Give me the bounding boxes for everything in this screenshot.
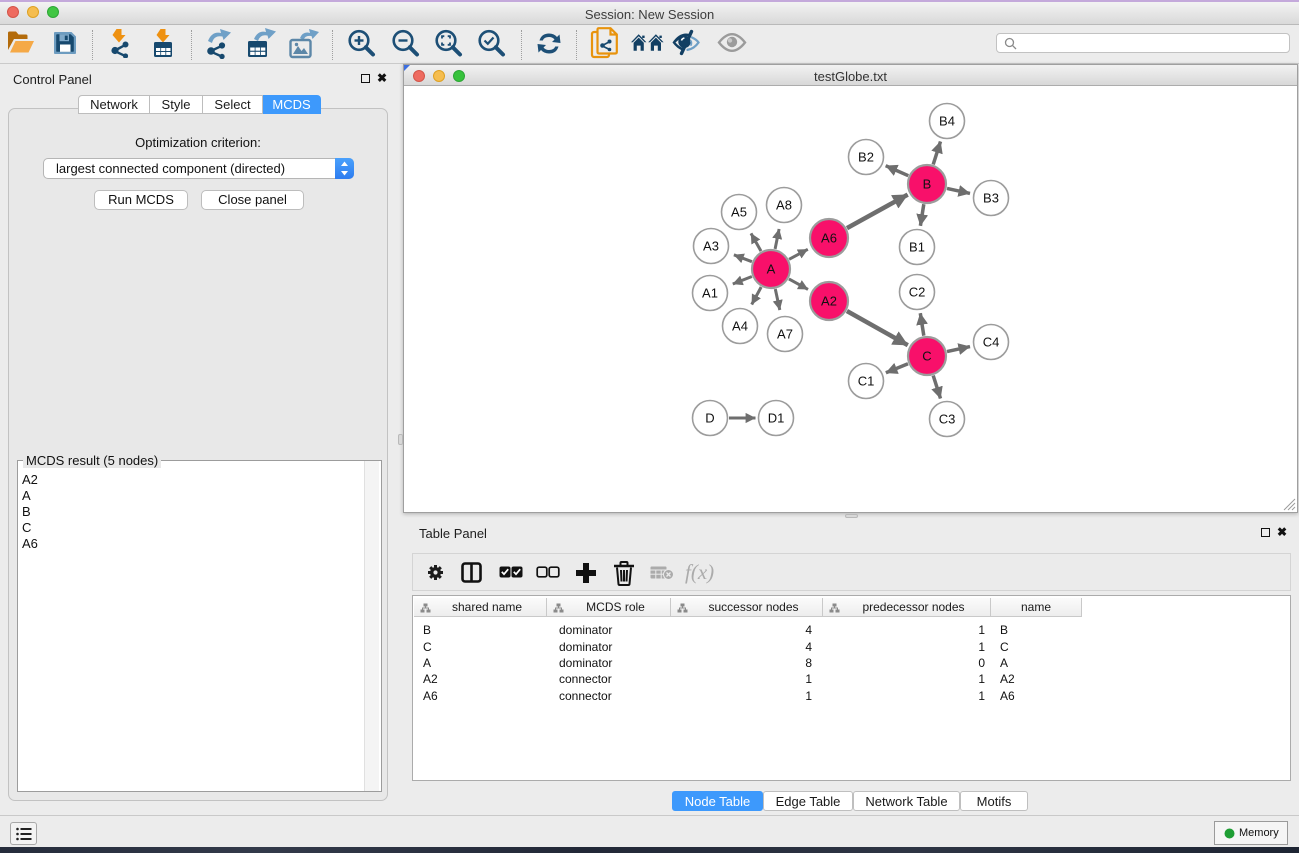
svg-text:A6: A6 [821,231,837,246]
svg-text:C4: C4 [983,335,1000,350]
svg-text:A3: A3 [703,239,719,254]
svg-text:A8: A8 [776,198,792,213]
svg-text:B2: B2 [858,150,874,165]
svg-text:C2: C2 [909,285,926,300]
svg-text:C1: C1 [858,374,875,389]
svg-text:C3: C3 [939,412,956,427]
svg-text:C: C [922,349,931,364]
svg-text:A7: A7 [777,327,793,342]
svg-text:B1: B1 [909,240,925,255]
svg-text:A5: A5 [731,205,747,220]
svg-text:A1: A1 [702,286,718,301]
svg-text:B4: B4 [939,114,955,129]
svg-text:D1: D1 [768,411,785,426]
svg-text:A4: A4 [732,319,748,334]
svg-text:D: D [705,411,714,426]
svg-text:A: A [767,262,776,277]
svg-text:A2: A2 [821,294,837,309]
svg-text:B3: B3 [983,191,999,206]
svg-text:B: B [923,177,932,192]
